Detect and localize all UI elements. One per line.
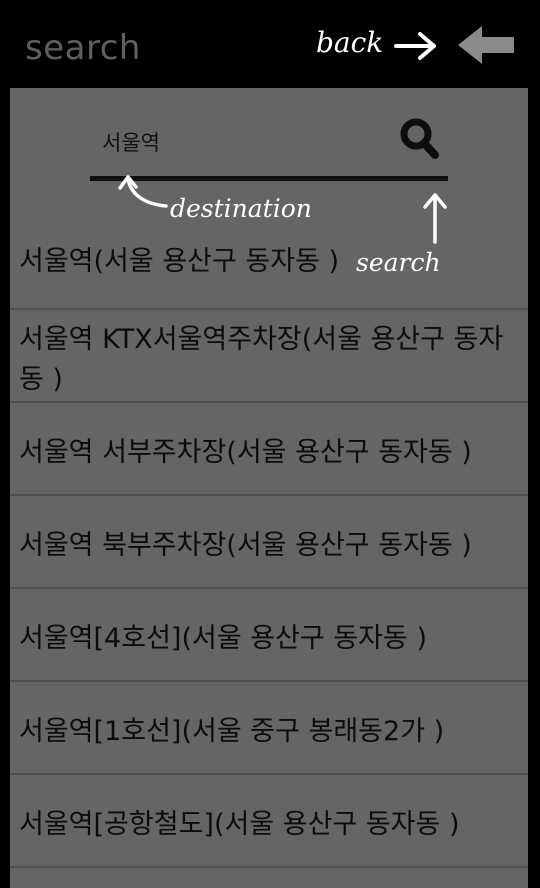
result-item-label: 서울역(서울 용산구 동자동 ) [19, 246, 340, 277]
left-arrow-icon [458, 26, 514, 64]
result-item[interactable]: 서울역 서부주차장(서울 용산구 동자동 ) [10, 403, 528, 496]
result-item[interactable]: 서울역 KTX서울역주차장(서울 용산구 동자동 ) [10, 310, 528, 403]
result-item-label: 서울역[4호선](서울 용산구 동자동 ) [19, 622, 427, 654]
result-item-label: 서울역 북부주차장(서울 용산구 동자동 ) [19, 529, 472, 561]
result-item[interactable]: 서울역[공항철도](서울 용산구 동자동 ) [10, 775, 528, 868]
result-item-label: 서울역 서부주차장(서울 용산구 동자동 ) [19, 436, 472, 468]
destination-search-input[interactable] [102, 126, 382, 158]
search-button[interactable] [394, 114, 448, 168]
result-list: 서울역(서울 용산구 동자동 ) 서울역 KTX서울역주차장(서울 용산구 동자… [10, 216, 528, 868]
app-title: search [25, 28, 141, 68]
search-input-underline [90, 176, 448, 181]
result-item[interactable]: 서울역[4호선](서울 용산구 동자동 ) [10, 589, 528, 682]
result-item[interactable]: 서울역(서울 용산구 동자동 ) [10, 216, 528, 310]
back-annotation-label: back [316, 26, 384, 59]
result-item-label: 서울역 KTX서울역주차장(서울 용산구 동자동 ) [19, 323, 504, 395]
result-item-label: 서울역[1호선](서울 중구 봉래동2가 ) [19, 715, 445, 747]
result-item[interactable]: 서울역[1호선](서울 중구 봉래동2가 ) [10, 682, 528, 775]
top-bar: search back [0, 0, 540, 90]
search-icon [400, 118, 439, 159]
result-item-label: 서울역[공항철도](서울 용산구 동자동 ) [19, 808, 460, 840]
result-item[interactable]: 서울역 북부주차장(서울 용산구 동자동 ) [10, 496, 528, 589]
back-button[interactable] [452, 22, 520, 68]
annotation-arrow-icon [394, 32, 436, 60]
content-panel: destination search 서울역(서울 용산구 동자동 ) 서울역 … [10, 88, 528, 888]
